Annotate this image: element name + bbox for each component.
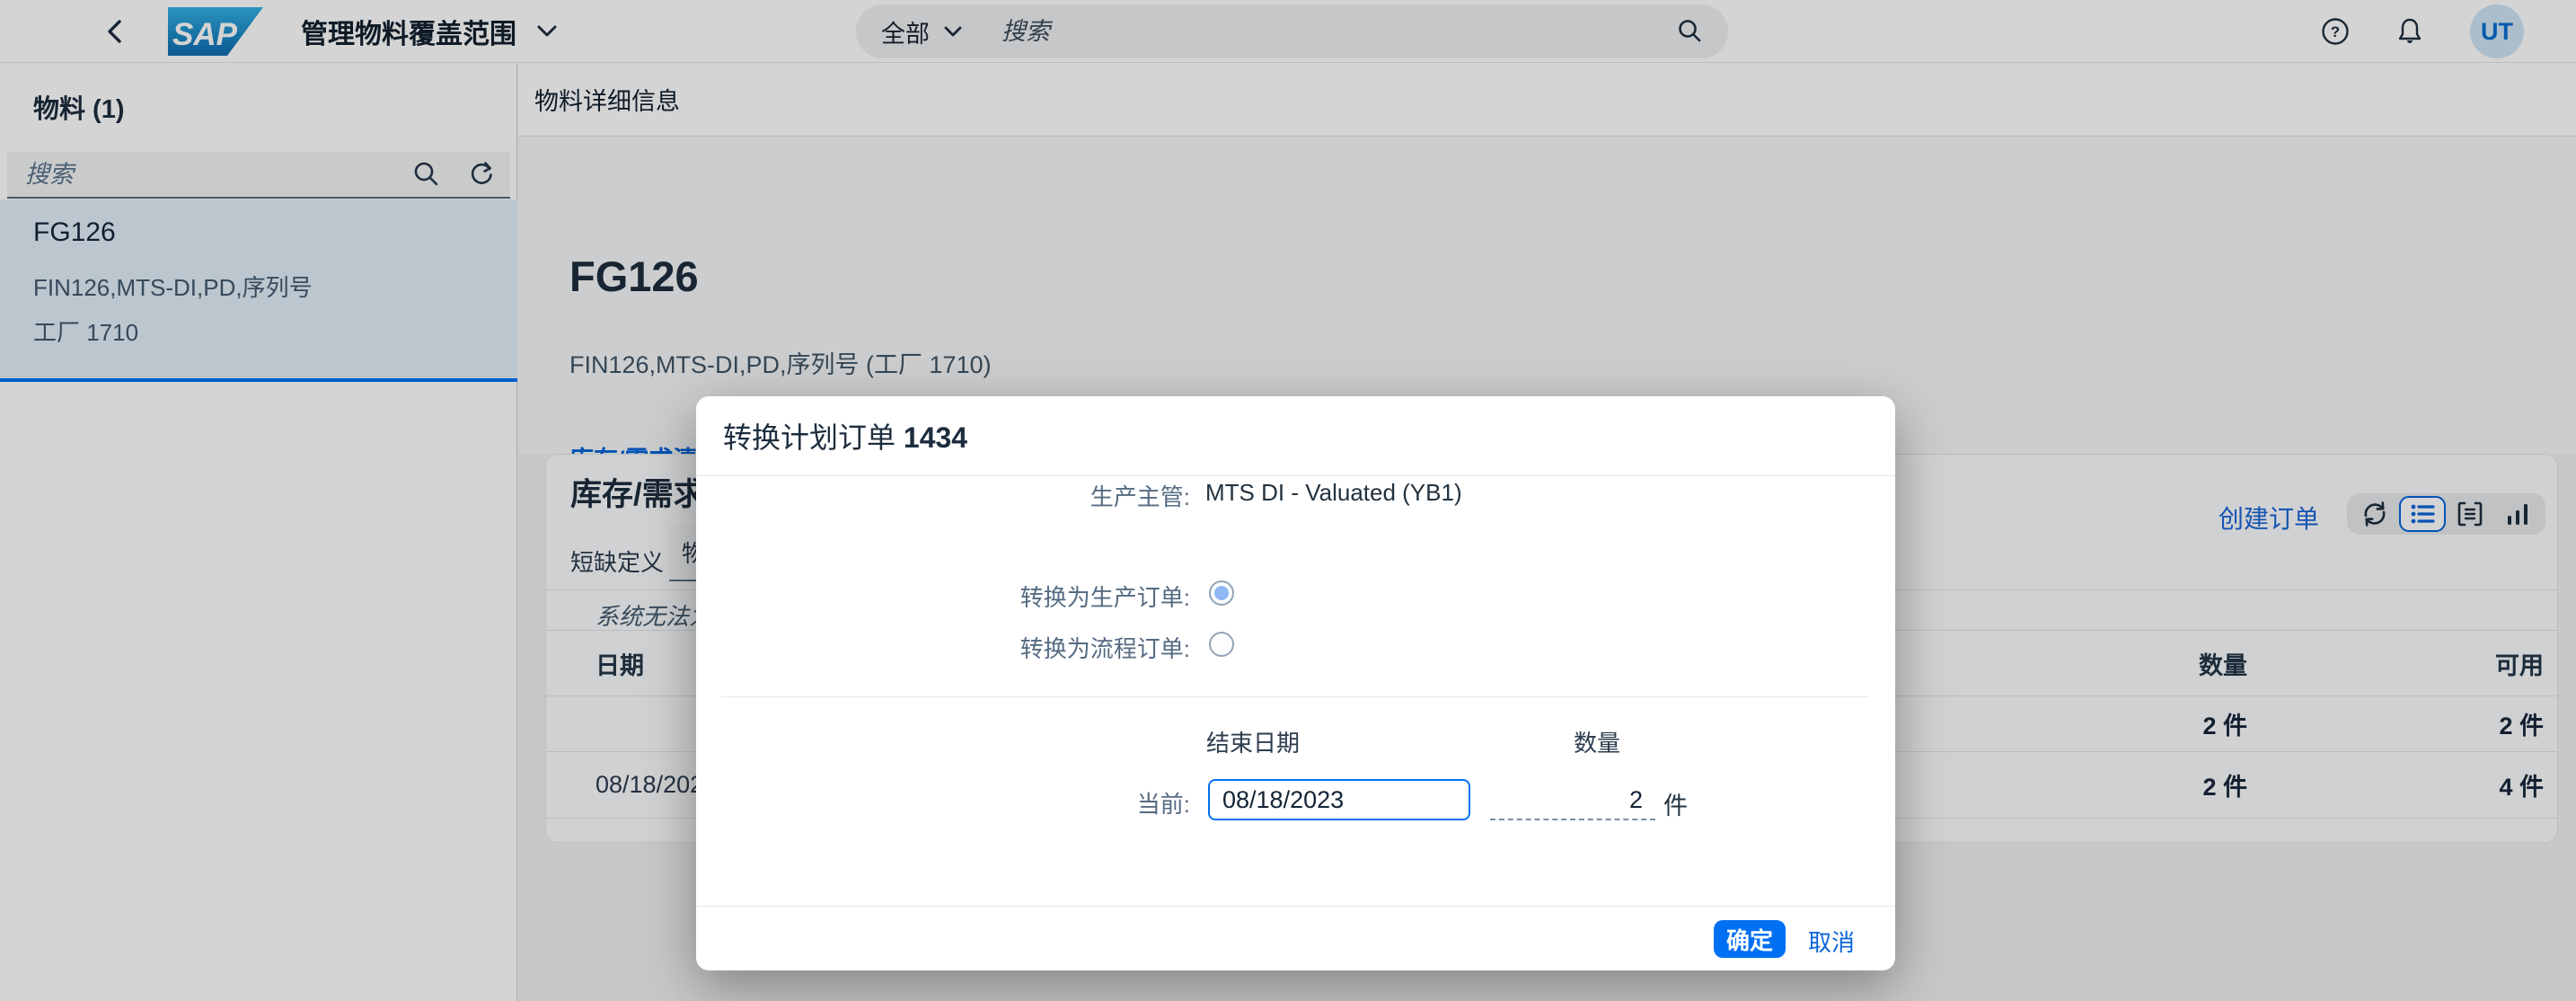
- radio-production-order[interactable]: [1209, 580, 1234, 606]
- current-row-label: 当前:: [696, 786, 1190, 819]
- supervisor-value: MTS DI - Valuated (YB1): [1205, 479, 1462, 507]
- ok-button[interactable]: 确定: [1714, 920, 1786, 958]
- quantity-field[interactable]: 2: [1490, 779, 1655, 820]
- quantity-unit: 件: [1663, 786, 1688, 821]
- supervisor-label: 生产主管:: [696, 479, 1190, 512]
- radio-process-order[interactable]: [1209, 632, 1234, 657]
- cancel-button[interactable]: 取消: [1808, 925, 1855, 958]
- end-date-input[interactable]: [1208, 779, 1470, 820]
- divider: [721, 696, 1868, 697]
- order-number: 1434: [904, 421, 967, 454]
- quantity-column-label: 数量: [1539, 725, 1655, 758]
- dialog-footer: 确定 取消: [696, 906, 1895, 970]
- radio-process-label: 转换为流程订单:: [696, 631, 1190, 664]
- app-screen: SAP 管理物料覆盖范围 全部 ?: [0, 0, 2576, 1001]
- convert-planned-order-dialog: 转换计划订单 1434 生产主管: MTS DI - Valuated (YB1…: [696, 396, 1895, 970]
- radio-production-label: 转换为生产订单:: [696, 580, 1190, 613]
- dialog-header: 转换计划订单 1434: [696, 396, 1895, 476]
- dialog-title: 转换计划订单 1434: [723, 415, 967, 456]
- end-date-column-label: 结束日期: [1186, 725, 1320, 758]
